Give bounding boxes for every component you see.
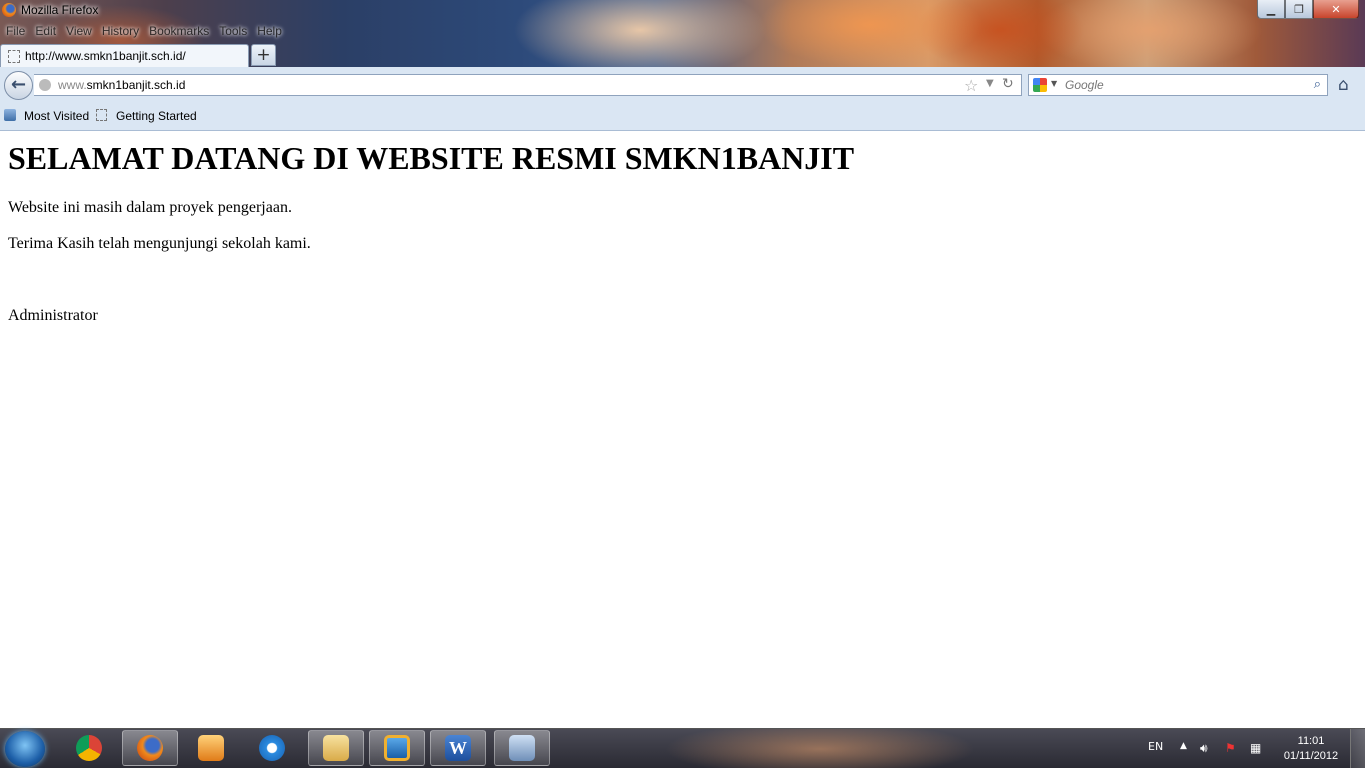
bookmark-getting-started[interactable]: Getting Started xyxy=(116,109,197,123)
folder-icon xyxy=(323,735,349,761)
url-text[interactable]: www.smkn1banjit.sch.id xyxy=(58,78,185,92)
taskbar-virtualbox[interactable] xyxy=(369,730,425,766)
window-controls: ▁ ❐ ✕ xyxy=(1257,0,1359,19)
home-icon[interactable]: ⌂ xyxy=(1338,75,1349,95)
restore-button[interactable]: ❐ xyxy=(1285,0,1313,19)
network-icon[interactable]: ▦ xyxy=(1250,741,1261,755)
menu-file[interactable]: File xyxy=(6,24,25,38)
search-input[interactable]: Google xyxy=(1065,78,1104,92)
close-icon: ✕ xyxy=(1331,2,1341,16)
ie-icon xyxy=(259,735,285,761)
tray-expand-icon[interactable]: ▲ xyxy=(1180,741,1187,751)
menu-help[interactable]: Help xyxy=(257,24,282,38)
signature: Administrator xyxy=(8,307,98,324)
search-icon[interactable]: ⌕ xyxy=(1314,77,1321,92)
virtualbox-icon xyxy=(384,735,410,761)
taskbar-media-player[interactable] xyxy=(183,730,239,766)
clock[interactable]: 11:01 01/11/2012 xyxy=(1278,734,1344,764)
search-bar[interactable]: ▼ Google ⌕ xyxy=(1028,74,1328,96)
page-content: SELAMAT DATANG DI WEBSITE RESMI SMKN1BAN… xyxy=(0,131,1365,728)
paragraph-thanks: Terima Kasih telah mengunjungi sekolah k… xyxy=(8,235,311,252)
restore-icon: ❐ xyxy=(1294,2,1304,16)
menu-tools[interactable]: Tools xyxy=(219,24,247,38)
most-visited-icon xyxy=(4,109,16,121)
url-bar[interactable]: www.smkn1banjit.sch.id ☆ ▼ ↻ xyxy=(34,74,1022,96)
show-desktop-button[interactable] xyxy=(1350,729,1365,768)
menu-history[interactable]: History xyxy=(102,24,139,38)
taskbar-word[interactable]: W xyxy=(430,730,486,766)
taskbar-internet-explorer[interactable] xyxy=(244,730,300,766)
chrome-icon xyxy=(76,735,102,761)
taskbar-explorer[interactable] xyxy=(308,730,364,766)
firefox-icon xyxy=(137,735,163,761)
menu-view[interactable]: View xyxy=(66,24,92,38)
tab-title: http://www.smkn1banjit.sch.id/ xyxy=(25,49,186,63)
word-icon: W xyxy=(445,735,471,761)
url-prefix: www. xyxy=(58,78,87,92)
bookmark-star-icon[interactable]: ☆ xyxy=(964,76,978,95)
bookmark-most-visited[interactable]: Most Visited xyxy=(24,109,89,123)
paragraph-status: Website ini masih dalam proyek pengerjaa… xyxy=(8,199,292,216)
taskbar: W EN ▲ 🔊︎ ⚑ ▦ 11:01 01/11/2012 xyxy=(0,728,1365,768)
firefox-icon xyxy=(2,3,16,17)
google-icon[interactable] xyxy=(1033,78,1047,92)
volume-icon[interactable]: 🔊︎ xyxy=(1200,741,1208,756)
minimize-button[interactable]: ▁ xyxy=(1257,0,1285,19)
minimize-icon: ▁ xyxy=(1266,2,1276,16)
language-indicator[interactable]: EN xyxy=(1148,740,1163,753)
tab-current[interactable]: http://www.smkn1banjit.sch.id/ xyxy=(0,44,249,67)
back-button[interactable]: ← xyxy=(4,71,33,100)
clock-date: 01/11/2012 xyxy=(1283,750,1339,762)
window-title: Mozilla Firefox xyxy=(21,3,99,17)
bookmarks-toolbar: Most Visited Getting Started xyxy=(0,103,1365,131)
new-tab-button[interactable]: + xyxy=(251,44,276,66)
action-center-icon[interactable]: ⚑ xyxy=(1225,741,1236,755)
clock-time: 11:01 xyxy=(1297,735,1325,747)
start-button[interactable] xyxy=(5,731,45,767)
globe-icon xyxy=(39,79,51,91)
menu-bar: File Edit View History Bookmarks Tools H… xyxy=(6,24,282,38)
menu-bookmarks[interactable]: Bookmarks xyxy=(149,24,209,38)
taskbar-chrome[interactable] xyxy=(61,730,117,766)
navigation-toolbar: www.smkn1banjit.sch.id ☆ ▼ ↻ ← ▼ Google … xyxy=(0,67,1365,104)
page-heading: SELAMAT DATANG DI WEBSITE RESMI SMKN1BAN… xyxy=(8,140,855,176)
close-button[interactable]: ✕ xyxy=(1313,0,1359,19)
reload-icon[interactable]: ↻ xyxy=(1002,76,1014,92)
network-app-icon xyxy=(509,735,535,761)
url-domain: smkn1banjit.sch.id xyxy=(86,78,186,92)
window-titlebar: Mozilla Firefox File Edit View History B… xyxy=(0,0,1365,67)
back-arrow-icon: ← xyxy=(10,74,27,95)
search-engine-dropdown-icon[interactable]: ▼ xyxy=(1051,79,1057,88)
media-player-icon xyxy=(198,735,224,761)
menu-edit[interactable]: Edit xyxy=(35,24,56,38)
page-icon xyxy=(8,50,20,63)
history-dropdown-icon[interactable]: ▼ xyxy=(986,78,994,89)
taskbar-network-app[interactable] xyxy=(494,730,550,766)
taskbar-firefox[interactable] xyxy=(122,730,178,766)
page-icon xyxy=(96,109,107,121)
